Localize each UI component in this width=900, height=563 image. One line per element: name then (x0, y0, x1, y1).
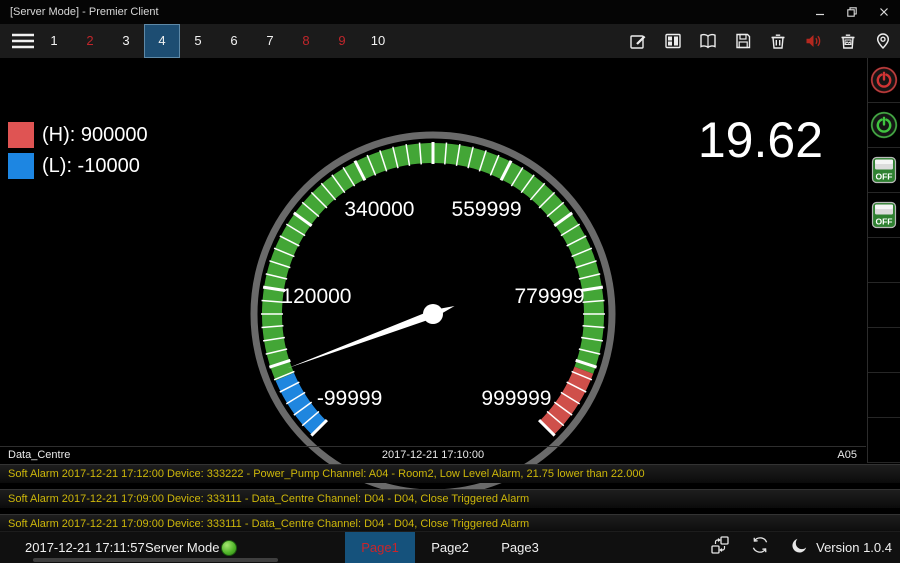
screen-tab-5[interactable]: 5 (180, 24, 216, 58)
app-window: [Server Mode] - Premier Client 123456789… (0, 0, 900, 563)
gauge-tick-label: 999999 (481, 387, 551, 410)
location-icon (873, 31, 893, 51)
save-icon (733, 31, 753, 51)
toggle-switch-2[interactable]: OFF (868, 193, 900, 238)
version-label: Version 1.0.4 (816, 532, 892, 563)
gauge-tick-label: 340000 (344, 198, 414, 221)
screen-tab-7[interactable]: 7 (252, 24, 288, 58)
swap-pages-button[interactable] (710, 535, 730, 560)
toolbar: 12345678910 (0, 24, 900, 58)
toggle-switch-1[interactable]: OFF (868, 148, 900, 193)
page-tab-page2[interactable]: Page2 (415, 532, 485, 563)
night-mode-icon (790, 535, 810, 555)
gauge-hub (423, 304, 443, 324)
window-controls (804, 0, 900, 24)
book-button[interactable] (690, 24, 725, 58)
toggle-off-icon: OFF (871, 156, 897, 184)
power-green-icon (869, 110, 899, 140)
server-mode-led (221, 540, 237, 556)
screen-tab-2[interactable]: 2 (72, 24, 108, 58)
high-threshold-label: (H): 900000 (42, 124, 148, 147)
sample-timestamp: 2017-12-21 17:10:00 (0, 449, 866, 461)
restore-button[interactable] (836, 0, 868, 24)
legend-low-row: (L): -10000 (8, 153, 148, 179)
location-button[interactable] (865, 24, 900, 58)
restore-icon (845, 5, 859, 19)
power-button-red[interactable] (868, 58, 900, 103)
panel-footer-divider (0, 446, 866, 447)
alarm-row-1[interactable]: Soft Alarm 2017-12-21 17:12:00 Device: 3… (0, 464, 900, 483)
screen-tab-10[interactable]: 10 (360, 24, 396, 58)
status-actions (700, 532, 820, 563)
gauge-tick-label: -99999 (317, 387, 382, 410)
alarm-list: Soft Alarm 2017-12-21 17:12:00 Device: 3… (0, 464, 900, 539)
power-button-green[interactable] (868, 103, 900, 148)
high-threshold-swatch (8, 122, 34, 148)
sound-button[interactable] (795, 24, 830, 58)
close-button[interactable] (868, 0, 900, 24)
side-panel-empty-cell (868, 283, 900, 328)
alarm-row-2[interactable]: Soft Alarm 2017-12-21 17:09:00 Device: 3… (0, 489, 900, 508)
trash-button[interactable] (760, 24, 795, 58)
trash-icon (768, 31, 788, 51)
title-bar: [Server Mode] - Premier Client (0, 0, 900, 24)
power-red-icon (869, 65, 899, 95)
window-title: [Server Mode] - Premier Client (10, 6, 159, 18)
swap-pages-icon (710, 535, 730, 555)
side-panel-empty-cell (868, 238, 900, 283)
book-icon (698, 31, 718, 51)
close-icon (877, 5, 891, 19)
screen-tab-6[interactable]: 6 (216, 24, 252, 58)
gauge-tick-label: 779999 (515, 285, 585, 308)
minimize-icon (813, 5, 827, 19)
layout-icon (663, 31, 683, 51)
gauge-tick-label: 559999 (452, 198, 522, 221)
low-threshold-label: (L): -10000 (42, 155, 140, 178)
gauge-panel: (H): 900000 (L): -10000 19.62 -99999 1200… (0, 58, 866, 462)
svg-text:OFF: OFF (876, 217, 893, 227)
svg-text:OFF: OFF (876, 172, 893, 182)
threshold-legend: (H): 900000 (L): -10000 (8, 122, 148, 184)
current-value-readout: 19.62 (698, 115, 823, 165)
page-tabs: Page1Page2Page3 (345, 532, 555, 563)
gauge-tick-label: 120000 (281, 285, 351, 308)
screen-tab-3[interactable]: 3 (108, 24, 144, 58)
screen-tab-9[interactable]: 9 (324, 24, 360, 58)
sound-icon (803, 31, 823, 51)
menu-button[interactable] (9, 31, 36, 51)
hamburger-icon (10, 31, 36, 51)
page-tab-page3[interactable]: Page3 (485, 532, 555, 563)
minimize-button[interactable] (804, 0, 836, 24)
sync-button[interactable] (750, 535, 770, 560)
archive-image-button[interactable] (830, 24, 865, 58)
layout-button[interactable] (655, 24, 690, 58)
channel-id: A05 (837, 449, 857, 461)
night-mode-button[interactable] (790, 535, 810, 560)
horizontal-scrollbar[interactable] (33, 558, 278, 562)
toolbar-actions (620, 24, 900, 58)
screen-tab-4[interactable]: 4 (144, 24, 180, 58)
archive-image-icon (838, 31, 858, 51)
save-button[interactable] (725, 24, 760, 58)
legend-high-row: (H): 900000 (8, 122, 148, 148)
screen-tab-8[interactable]: 8 (288, 24, 324, 58)
side-panel-empty-cell (868, 373, 900, 418)
low-threshold-swatch (8, 153, 34, 179)
control-side-panel: OFF OFF (867, 58, 900, 463)
edit-icon (628, 31, 648, 51)
side-panel-empty-cell (868, 328, 900, 373)
toggle-off-icon: OFF (871, 201, 897, 229)
edit-button[interactable] (620, 24, 655, 58)
sync-icon (750, 535, 770, 555)
tab-strip: 12345678910 (36, 24, 396, 58)
screen-tab-1[interactable]: 1 (36, 24, 72, 58)
side-panel-empty-cell (868, 418, 900, 463)
page-tab-page1[interactable]: Page1 (345, 532, 415, 563)
